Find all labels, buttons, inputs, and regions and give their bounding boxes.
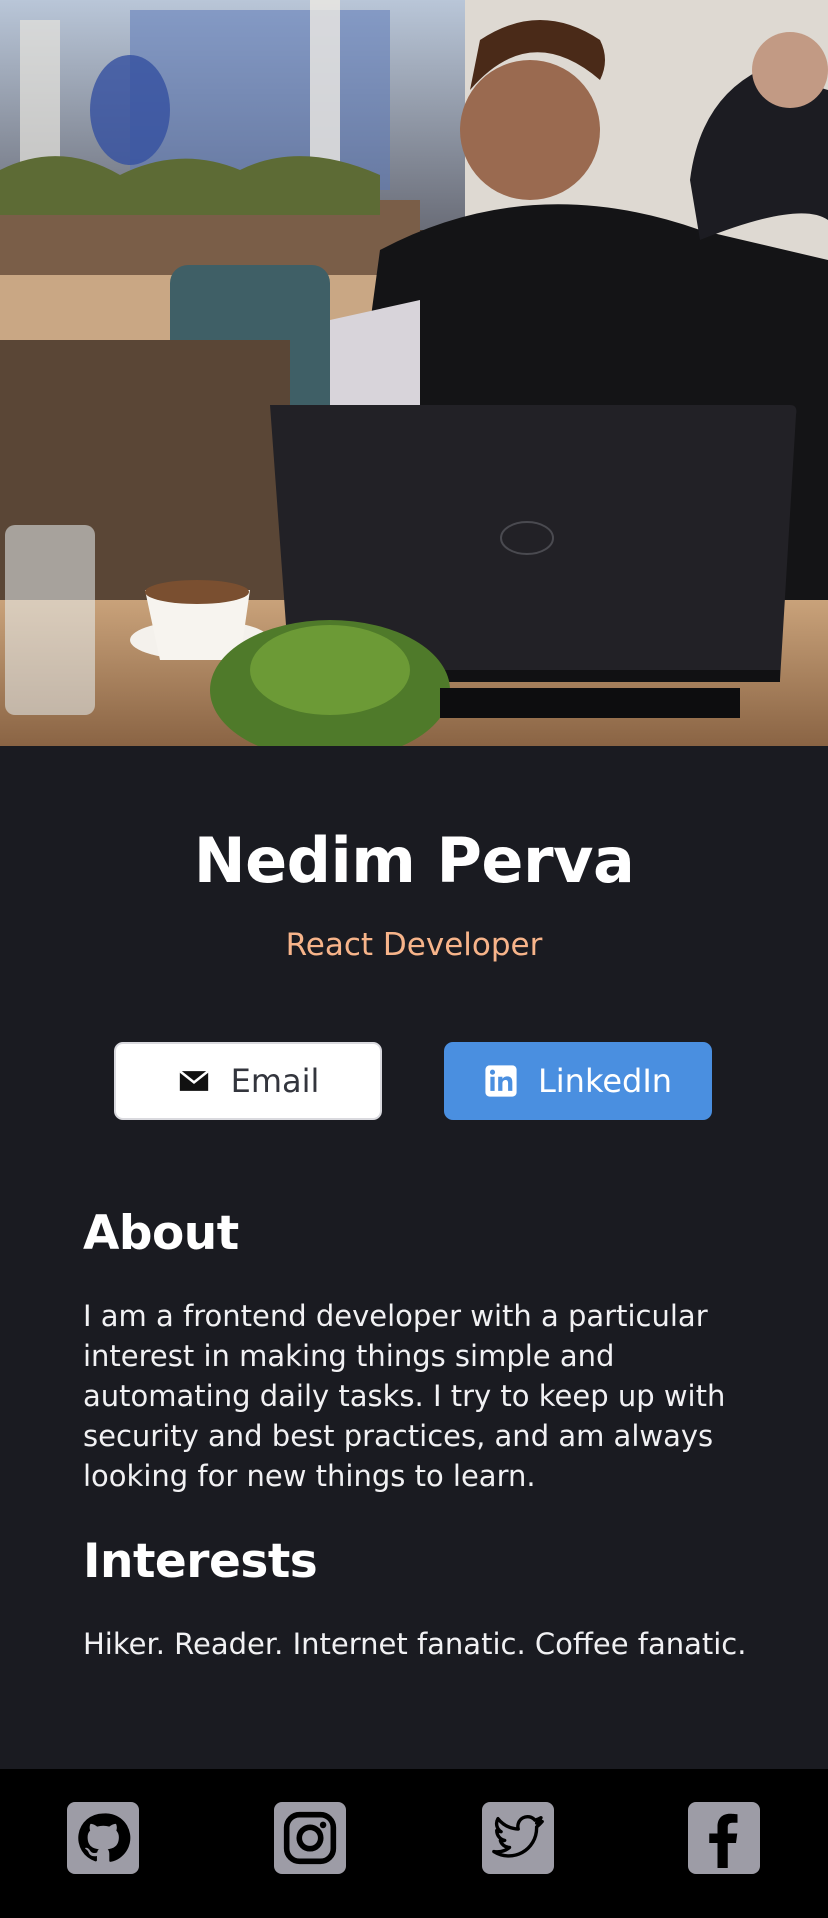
linkedin-button-label: LinkedIn	[537, 1062, 673, 1100]
mail-icon	[177, 1064, 211, 1098]
about-heading: About	[83, 1206, 239, 1261]
email-button-label: Email	[230, 1062, 320, 1100]
instagram-link[interactable]	[274, 1802, 346, 1874]
profile-name: Nedim Perva	[193, 824, 635, 897]
linkedin-button[interactable]: LinkedIn	[444, 1042, 712, 1120]
twitter-icon	[492, 1815, 544, 1858]
email-button[interactable]: Email	[114, 1042, 382, 1120]
interests-heading: Interests	[83, 1534, 318, 1589]
linkedin-icon	[484, 1064, 518, 1098]
hero-photo	[0, 0, 828, 746]
github-link[interactable]	[67, 1802, 139, 1874]
instagram-icon	[283, 1811, 337, 1865]
twitter-link[interactable]	[482, 1802, 554, 1874]
profile-photo	[0, 0, 828, 746]
footer	[0, 1769, 828, 1918]
interests-text: Hiker. Reader. Internet fanatic. Coffee …	[83, 1627, 747, 1661]
about-text: I am a frontend developer with a particu…	[83, 1299, 726, 1493]
profile-role: React Developer	[285, 927, 543, 963]
github-icon	[78, 1813, 131, 1862]
facebook-link[interactable]	[688, 1802, 760, 1874]
facebook-icon	[709, 1813, 738, 1868]
